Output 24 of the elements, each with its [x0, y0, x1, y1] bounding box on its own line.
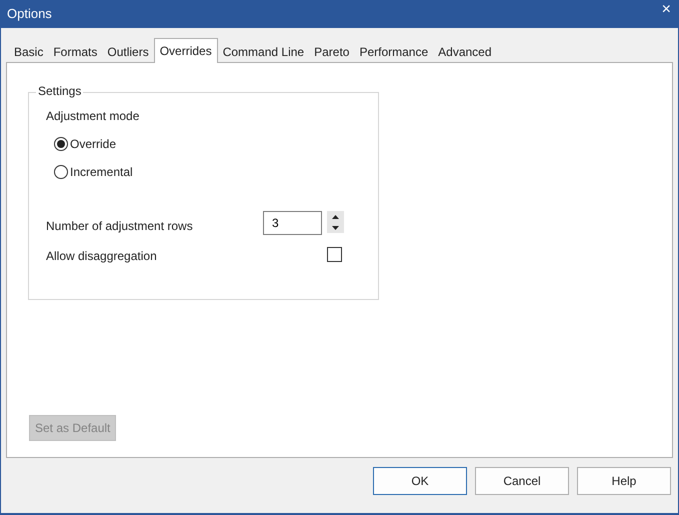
tab[interactable]: Outliers [102, 41, 154, 62]
number-field[interactable]: 3 [263, 211, 322, 235]
tab[interactable]: Pareto [309, 41, 354, 62]
group-title: Settings [36, 84, 84, 99]
tab[interactable]: Command Line [218, 41, 310, 62]
tab[interactable]: Basic [9, 41, 48, 62]
field-label: Adjustment mode [46, 108, 140, 125]
close-button[interactable]: × [662, 2, 671, 18]
dialog-button[interactable]: Help [577, 467, 671, 495]
dialog-button[interactable]: Cancel [475, 467, 569, 495]
checkbox-label: Allow disaggregation [46, 248, 157, 265]
tab[interactable]: Performance [354, 41, 434, 62]
dialog-button[interactable]: OK [373, 467, 467, 495]
field-label: Number of adjustment rows [46, 218, 193, 235]
radio-button[interactable] [54, 137, 68, 151]
tab[interactable]: Formats [48, 41, 102, 62]
tab[interactable]: Overrides [154, 38, 218, 63]
radio-label: Override [70, 136, 116, 153]
window-title: Options [7, 5, 52, 24]
tab[interactable]: Advanced [433, 41, 497, 62]
spin-buttons[interactable] [327, 211, 344, 233]
radio-label: Incremental [70, 164, 133, 181]
radio-button[interactable] [54, 165, 68, 179]
checkbox[interactable] [327, 247, 342, 262]
